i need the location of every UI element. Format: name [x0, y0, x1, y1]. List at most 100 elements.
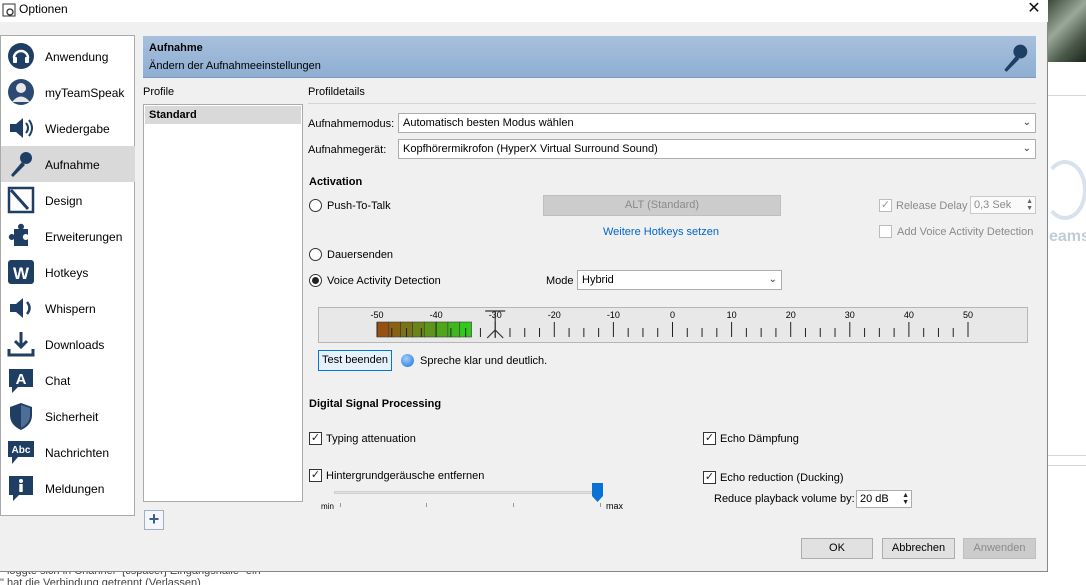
sidebar-item-anwendung[interactable]: Anwendung: [1, 38, 135, 74]
background-divider: [1048, 95, 1086, 96]
slider-max-label: max: [606, 501, 624, 511]
slider-tick: [513, 503, 514, 507]
chevron-down-icon: ⌄: [768, 274, 777, 285]
vad-mode-value: Hybrid: [582, 274, 614, 286]
sidebar-item-wiedergabe[interactable]: Wiedergabe: [1, 110, 135, 146]
vad-mode-select[interactable]: Hybrid ⌄: [577, 270, 782, 290]
scale-label: -40: [430, 310, 443, 320]
level-bar-segment: [435, 321, 449, 338]
sidebar-item-whispern[interactable]: Whispern: [1, 290, 135, 326]
voice-level-meter[interactable]: -50 -40 -30 -20 -10 0 10 20 30 40 50: [318, 307, 1028, 343]
stop-test-button[interactable]: Test beenden: [318, 350, 392, 371]
recording-device-label: Aufnahmegerät:: [308, 144, 387, 156]
background-app: eams: [1048, 0, 1086, 585]
cancel-button[interactable]: Abbrechen: [882, 538, 955, 559]
sidebar-item-sicherheit[interactable]: Sicherheit: [1, 398, 135, 434]
ok-button[interactable]: OK: [801, 538, 873, 559]
sidebar-item-label: Chat: [45, 374, 71, 388]
sidebar-item-erweiterungen[interactable]: Erweiterungen: [1, 218, 135, 254]
level-bar-segment: [376, 321, 390, 338]
sidebar-item-design[interactable]: Design: [1, 182, 135, 218]
add-vad-label: Add Voice Activity Detection: [897, 226, 1034, 238]
sidebar-item-label: Anwendung: [45, 50, 109, 64]
add-vad-checkbox[interactable]: [879, 225, 892, 238]
sidebar-item-nachrichten[interactable]: Abc Nachrichten: [1, 434, 135, 470]
release-delay-checkbox[interactable]: ✓: [879, 199, 892, 212]
typing-attenuation-label: Typing attenuation: [326, 433, 416, 445]
settings-window-icon: [2, 3, 16, 17]
echo-reduction-label: Echo reduction (Ducking): [720, 472, 844, 484]
noise-suppression-slider-track[interactable]: [334, 491, 602, 494]
echo-cancellation-label: Echo Dämpfung: [720, 433, 799, 445]
continuous-transmission-label: Dauersenden: [327, 249, 394, 261]
profiles-label: Profile: [143, 86, 175, 98]
push-to-talk-label: Push-To-Talk: [327, 200, 391, 212]
reduce-volume-spinbox[interactable]: 20 dB ▲ ▼: [856, 490, 912, 508]
status-indicator-icon: [401, 354, 414, 367]
scale-label: 40: [904, 310, 914, 320]
vad-mode-label: Mode: [546, 275, 574, 287]
divider: [308, 103, 1036, 104]
sidebar-item-label: Meldungen: [45, 482, 105, 496]
scale-label: -20: [548, 310, 561, 320]
echo-reduction-checkbox[interactable]: ✓: [703, 471, 716, 484]
slider-tick: [600, 503, 601, 507]
sidebar-item-chat[interactable]: A Chat: [1, 362, 135, 398]
info-icon: [9, 476, 33, 501]
sidebar-item-hotkeys[interactable]: W Hotkeys: [1, 254, 135, 290]
noise-suppression-checkbox[interactable]: ✓: [309, 469, 322, 482]
spin-arrows-icon: ▲ ▼: [902, 492, 909, 506]
noise-suppression-label: Hintergrundgeräusche entfernen: [326, 470, 485, 482]
slider-min-label: min: [321, 502, 334, 511]
sidebar-item-label: Downloads: [45, 338, 105, 352]
microphone-icon: [1004, 44, 1028, 72]
page-title: Aufnahme: [149, 42, 203, 54]
sidebar-item-label: Aufnahme: [45, 158, 100, 172]
sidebar-item-aufnahme[interactable]: Aufnahme: [1, 146, 135, 182]
sidebar-item-meldungen[interactable]: Meldungen: [1, 470, 135, 506]
background-chat-line: " hat die Verbindung getrennt (Verlassen…: [0, 577, 201, 585]
more-hotkeys-link[interactable]: Weitere Hotkeys setzen: [603, 226, 719, 238]
push-to-talk-radio[interactable]: [309, 199, 322, 212]
test-status-text: Spreche klar und deutlich.: [420, 355, 548, 367]
noise-suppression-slider-thumb[interactable]: [591, 483, 603, 502]
reduce-volume-value: 20 dB: [860, 493, 889, 505]
scale-label: 30: [845, 310, 855, 320]
push-to-talk-hotkey-button[interactable]: ALT (Standard): [543, 195, 781, 216]
sidebar-item-label: Hotkeys: [45, 266, 89, 280]
typing-attenuation-checkbox[interactable]: ✓: [309, 432, 322, 445]
sidebar-item-myteamspeak[interactable]: myTeamSpeak: [1, 74, 135, 110]
add-profile-button[interactable]: +: [144, 510, 164, 530]
recording-mode-select[interactable]: Automatisch besten Modus wählen ⌄: [398, 113, 1036, 133]
scale-label: -10: [607, 310, 620, 320]
sidebar-item-label: Design: [45, 194, 83, 208]
title-bar: Optionen ✕: [0, 0, 1048, 22]
apply-button[interactable]: Anwenden: [963, 538, 1036, 559]
sidebar-item-downloads[interactable]: Downloads: [1, 326, 135, 362]
profiles-list: Standard: [143, 104, 303, 502]
continuous-transmission-radio[interactable]: [309, 248, 322, 261]
reduce-volume-label: Reduce playback volume by:: [714, 493, 855, 505]
chevron-down-icon: ⌄: [1022, 143, 1031, 154]
sidebar-item-label: Sicherheit: [45, 410, 99, 424]
recording-device-select[interactable]: Kopfhörermikrofon (HyperX Virtual Surrou…: [398, 139, 1036, 159]
level-bar-segment: [447, 321, 461, 338]
user-icon: [8, 79, 34, 105]
voice-activity-detection-radio[interactable]: [309, 274, 322, 287]
profile-item[interactable]: Standard: [145, 106, 301, 124]
close-icon[interactable]: ✕: [1024, 0, 1044, 20]
scale-label: 10: [727, 310, 737, 320]
level-bar-segment: [388, 321, 401, 338]
release-delay-spinbox[interactable]: 0,3 Sek ▲ ▼: [970, 196, 1036, 214]
slider-tick: [426, 503, 427, 507]
sidebar-item-label: myTeamSpeak: [45, 86, 125, 100]
options-sidebar: Anwendung myTeamSpeak Wiedergabe Aufnahm…: [0, 35, 135, 516]
svg-text:A: A: [16, 371, 27, 388]
recording-mode-label: Aufnahmemodus:: [308, 118, 395, 130]
level-bar-segment: [423, 321, 437, 338]
level-bar-segment: [412, 321, 425, 338]
echo-cancellation-checkbox[interactable]: ✓: [703, 432, 716, 445]
chevron-down-icon: ⌄: [1022, 117, 1031, 128]
voice-activity-detection-label: Voice Activity Detection: [327, 275, 441, 287]
options-window: Optionen ✕ Anwendung myTeamSpeak Wiederg…: [0, 0, 1048, 572]
